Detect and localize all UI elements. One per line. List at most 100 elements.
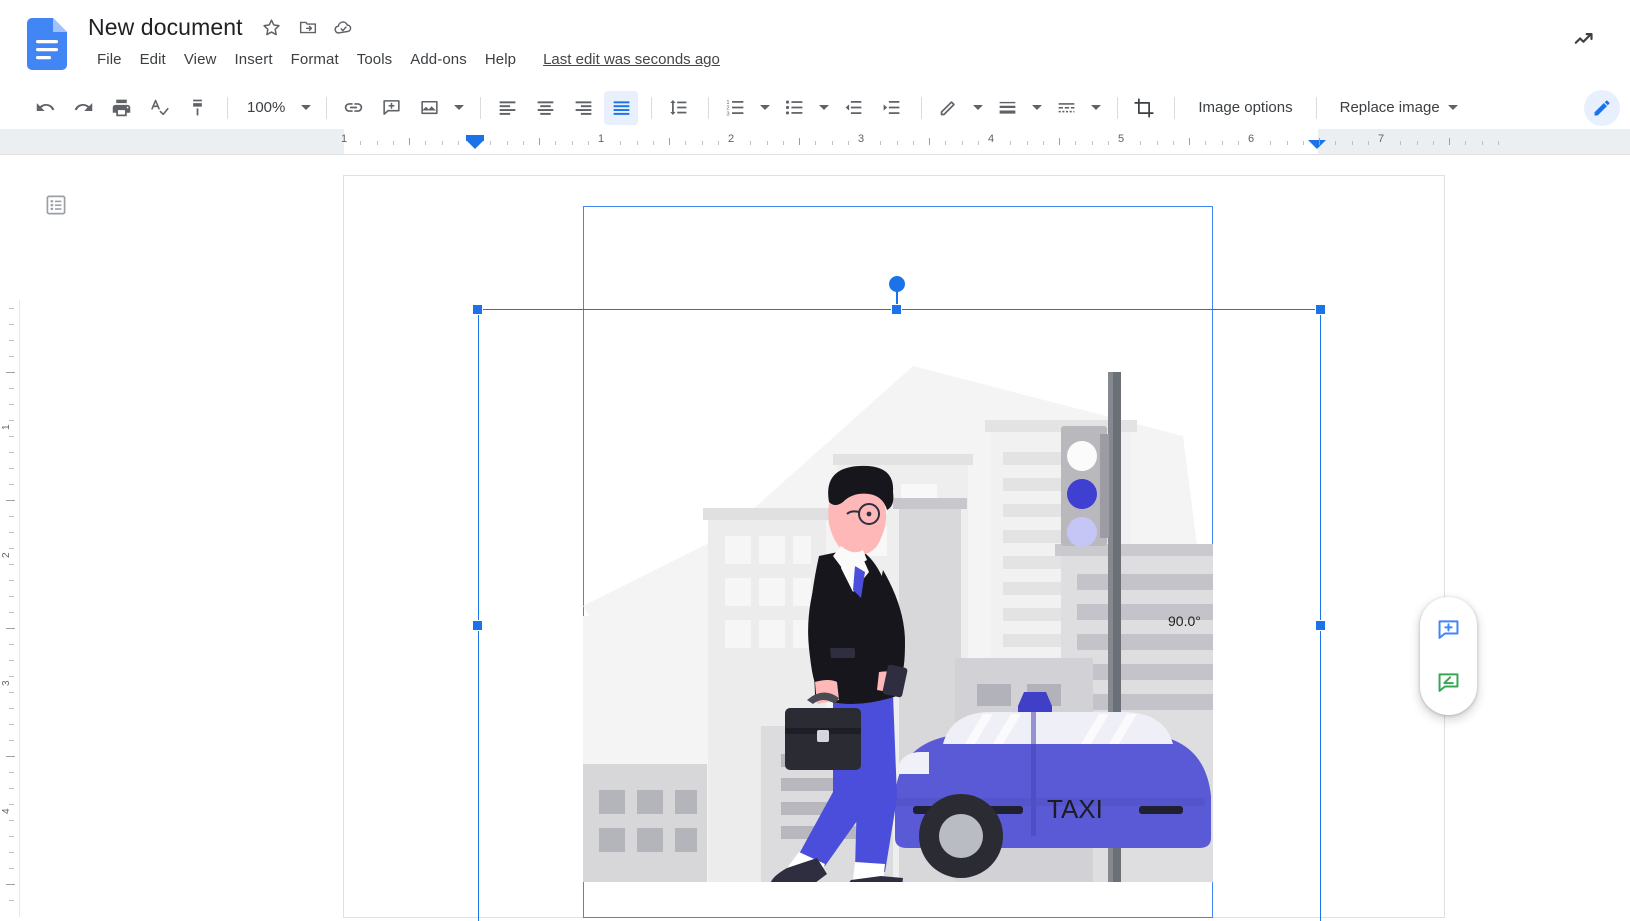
vertical-ruler[interactable]: 1 2 3 4 [0, 300, 20, 917]
resize-handle-middle-left[interactable] [472, 620, 483, 631]
ruler-tick [1465, 141, 1467, 145]
document-outline-icon[interactable] [39, 188, 72, 221]
chevron-down-icon[interactable] [973, 105, 984, 110]
chevron-down-icon[interactable] [819, 105, 830, 110]
increase-indent-icon[interactable] [874, 91, 908, 125]
star-outline-icon[interactable] [257, 12, 287, 42]
ruler-tick [1172, 141, 1174, 145]
numbered-list-caret[interactable] [756, 93, 774, 123]
numbered-list-icon[interactable]: 1 2 3 [718, 91, 752, 125]
border-dash-caret[interactable] [1087, 93, 1105, 123]
image-selection-box[interactable] [478, 309, 1321, 921]
border-dash-icon[interactable] [1049, 91, 1083, 125]
page-title[interactable]: New document [88, 12, 257, 42]
vruler-tick [9, 852, 14, 853]
menu-addons[interactable]: Add-ons [401, 48, 476, 71]
resize-handle-top-right[interactable] [1315, 304, 1326, 315]
add-comment-icon[interactable] [1429, 610, 1469, 650]
google-docs-logo[interactable] [27, 18, 67, 70]
left-indent-marker[interactable] [466, 140, 484, 149]
resize-handle-top-left[interactable] [472, 304, 483, 315]
border-weight-icon[interactable] [990, 91, 1024, 125]
vruler-tick-label: 3 [1, 680, 12, 686]
vruler-tick [9, 692, 14, 693]
toolbar-divider [227, 96, 228, 119]
vruler-tick [9, 644, 14, 645]
ruler-tick [1010, 141, 1012, 145]
vruler-tick [6, 884, 15, 885]
menu-bar: File Edit View Insert Format Tools Add-o… [88, 48, 720, 71]
chevron-down-icon[interactable] [1447, 105, 1458, 110]
image-options-caret[interactable] [450, 93, 468, 123]
decrease-indent-icon[interactable] [836, 91, 870, 125]
border-color-caret[interactable] [969, 93, 987, 123]
border-color-pencil-icon[interactable] [931, 91, 965, 125]
replace-image-button[interactable]: Replace image [1326, 93, 1466, 123]
title-row: New document [88, 12, 365, 42]
move-to-folder-icon[interactable] [293, 12, 323, 42]
menu-tools[interactable]: Tools [348, 48, 402, 71]
vruler-tick [9, 516, 14, 517]
google-docs-window: New document File Edit View Insert Forma… [0, 0, 1630, 921]
chevron-down-icon[interactable] [301, 105, 312, 110]
zoom-control[interactable]: 100% [237, 93, 315, 123]
paint-format-icon[interactable] [180, 91, 214, 125]
vruler-tick [9, 708, 14, 709]
border-weight-caret[interactable] [1028, 93, 1046, 123]
resize-handle-top-center[interactable] [891, 304, 902, 315]
vruler-tick [9, 772, 14, 773]
edit-pencil-mode-icon[interactable] [1584, 90, 1620, 126]
bulleted-list-caret[interactable] [815, 93, 833, 123]
menu-format[interactable]: Format [282, 48, 348, 71]
ruler-margin-right [1318, 129, 1630, 155]
vertical-ruler-line [19, 300, 20, 917]
menu-view[interactable]: View [175, 48, 226, 71]
ruler-tick [490, 141, 492, 145]
line-spacing-icon[interactable] [661, 91, 695, 125]
ruler-tick [636, 141, 638, 145]
trending-up-icon[interactable] [1568, 22, 1602, 56]
menu-insert[interactable]: Insert [225, 48, 281, 71]
toolbar-divider [921, 96, 923, 119]
ruler-tick [1205, 141, 1207, 145]
chevron-down-icon[interactable] [1091, 105, 1102, 110]
resize-handle-middle-right[interactable] [1315, 620, 1326, 631]
align-left-icon[interactable] [490, 91, 524, 125]
image-options-button[interactable]: Image options [1184, 93, 1306, 123]
ruler-margin-left [0, 129, 344, 155]
chevron-down-icon[interactable] [1032, 105, 1043, 110]
ruler-tick [1351, 141, 1353, 145]
suggest-edit-icon[interactable] [1429, 663, 1469, 703]
crop-icon[interactable] [1127, 91, 1161, 125]
spelling-check-icon[interactable] [142, 91, 176, 125]
ruler-tick [831, 141, 833, 145]
menu-file[interactable]: File [88, 48, 131, 71]
ruler-tick-label: 6 [1247, 133, 1255, 145]
align-right-icon[interactable] [566, 91, 600, 125]
ruler-tick-label: 1 [340, 133, 348, 145]
align-justify-icon[interactable] [604, 90, 639, 125]
print-icon[interactable] [104, 91, 138, 125]
insert-link-icon[interactable] [336, 91, 370, 125]
vruler-tick [9, 820, 14, 821]
ruler-tick [912, 141, 914, 145]
last-edit-status[interactable]: Last edit was seconds ago [543, 51, 720, 68]
align-center-icon[interactable] [528, 91, 562, 125]
add-comment-icon[interactable] [374, 91, 408, 125]
right-indent-marker[interactable] [1308, 140, 1326, 149]
cloud-saved-icon[interactable] [329, 12, 359, 42]
chevron-down-icon[interactable] [760, 105, 771, 110]
redo-icon[interactable] [66, 91, 100, 125]
chevron-down-icon[interactable] [454, 105, 465, 110]
horizontal-ruler[interactable]: 1 1 2 3 4 5 6 7 [0, 129, 1630, 155]
menu-edit[interactable]: Edit [131, 48, 175, 71]
bulleted-list-icon[interactable] [777, 91, 811, 125]
toolbar-divider [326, 96, 328, 119]
menu-help[interactable]: Help [476, 48, 525, 71]
rotation-handle[interactable] [889, 276, 905, 292]
ruler-tick [1221, 141, 1223, 145]
vruler-tick [9, 468, 14, 469]
insert-image-icon[interactable] [412, 91, 446, 125]
ruler-tick [1481, 141, 1483, 145]
undo-icon[interactable] [28, 91, 62, 125]
